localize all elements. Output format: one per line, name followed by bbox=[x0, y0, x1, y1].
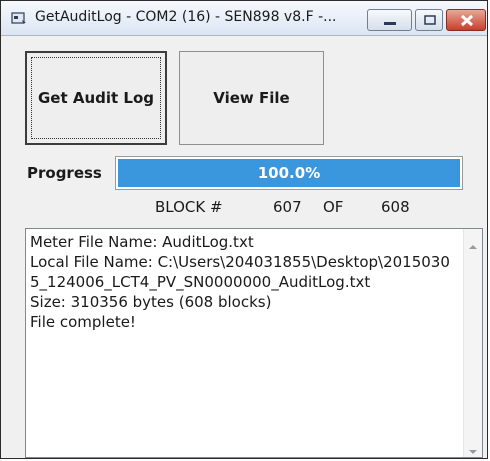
log-line: Local File Name: C:\Users\204031855\Desk… bbox=[30, 253, 450, 291]
block-of-label: OF bbox=[323, 198, 344, 216]
focus-rectangle bbox=[31, 57, 161, 139]
log-line: Size: 310356 bytes (608 blocks) bbox=[30, 293, 272, 311]
title-bar[interactable]: GetAuditLog - COM2 (16) - SEN898 v8.F -.… bbox=[1, 1, 487, 36]
log-text: Meter File Name: AuditLog.txt Local File … bbox=[30, 232, 454, 332]
block-total: 608 bbox=[381, 198, 410, 216]
minimize-button[interactable] bbox=[367, 9, 412, 31]
progress-percent: 100.0% bbox=[257, 164, 321, 182]
block-current: 607 bbox=[273, 198, 302, 216]
scroll-up-arrow-icon[interactable] bbox=[468, 236, 478, 249]
close-button[interactable] bbox=[446, 9, 486, 31]
scroll-down-arrow-icon[interactable] bbox=[468, 441, 478, 454]
log-line: Meter File Name: AuditLog.txt bbox=[30, 233, 254, 251]
log-textarea[interactable]: Meter File Name: AuditLog.txt Local File … bbox=[25, 228, 483, 458]
log-line: File complete! bbox=[30, 313, 136, 331]
vertical-scrollbar[interactable] bbox=[463, 229, 482, 457]
maximize-button[interactable] bbox=[415, 9, 443, 31]
block-label: BLOCK # bbox=[155, 198, 223, 216]
app-icon[interactable] bbox=[11, 11, 27, 25]
progress-bar: 100.0% bbox=[115, 156, 463, 190]
window-title: GetAuditLog - COM2 (16) - SEN898 v8.F -.… bbox=[35, 9, 337, 25]
view-file-label: View File bbox=[213, 89, 290, 107]
progress-label: Progress bbox=[27, 164, 102, 182]
view-file-button[interactable]: View File bbox=[179, 51, 324, 145]
get-audit-log-button[interactable]: Get Audit Log bbox=[25, 51, 167, 145]
main-window: GetAuditLog - COM2 (16) - SEN898 v8.F -.… bbox=[0, 0, 488, 459]
